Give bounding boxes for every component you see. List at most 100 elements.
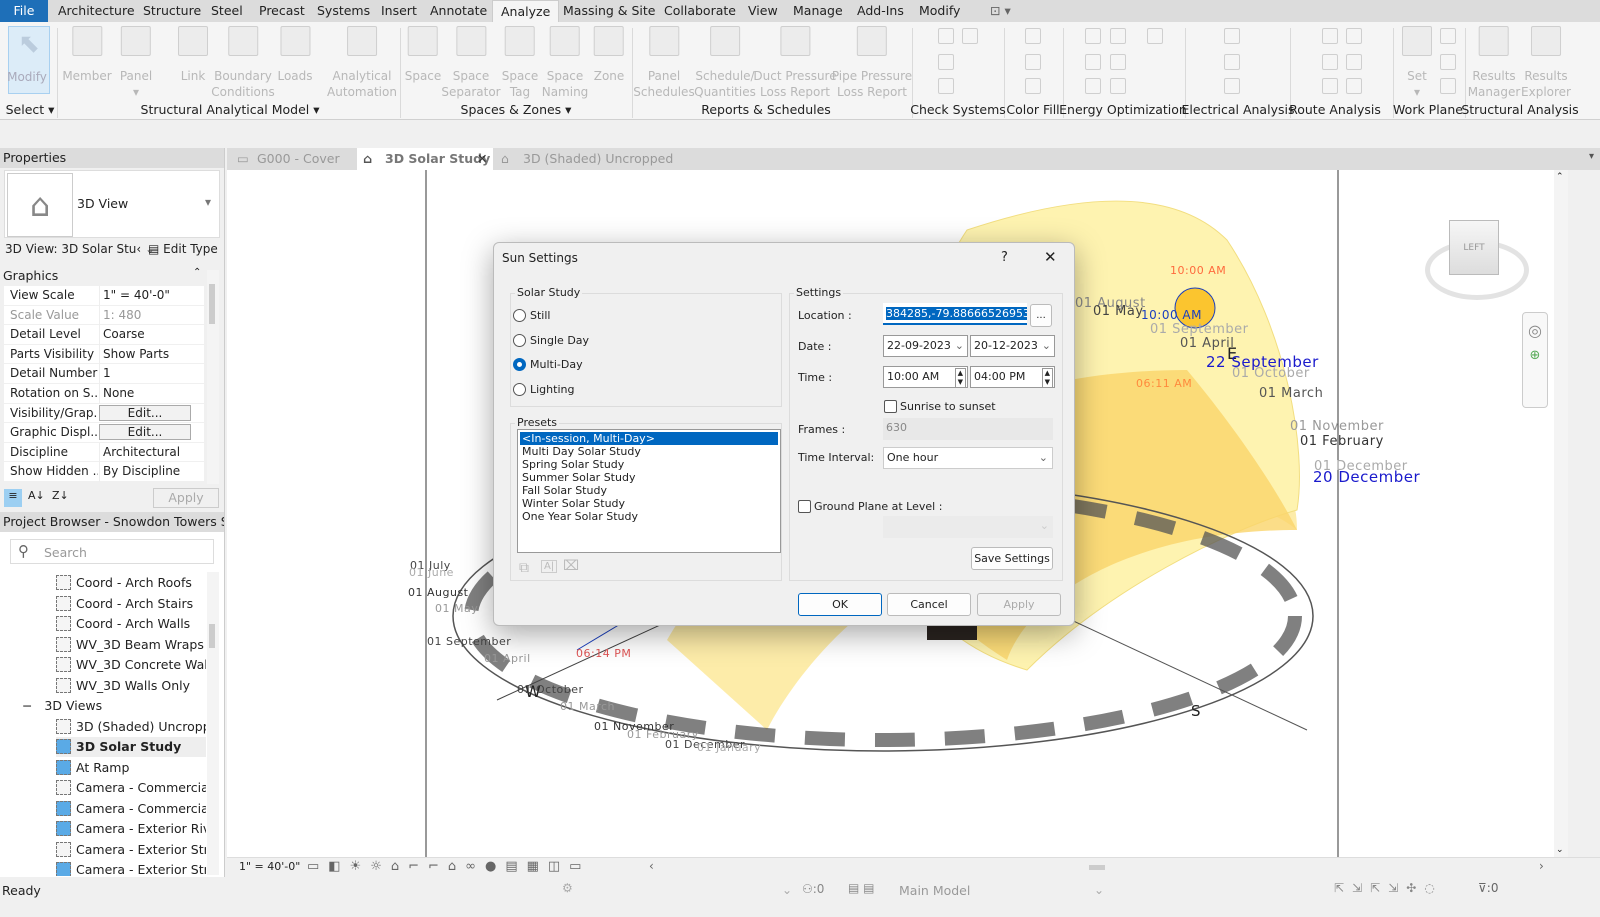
check-circuits-icon[interactable] (938, 54, 954, 70)
list-item[interactable]: Camera - Commercial S (56, 778, 206, 798)
graphics-section-header[interactable]: Graphics (3, 268, 58, 283)
route-settings-icon[interactable] (1346, 54, 1362, 70)
instance-selector[interactable]: 3D View: 3D Solar Stu‹ ⌄ (5, 242, 155, 256)
list-item[interactable]: Camera - Exterior River (56, 819, 206, 839)
preset-item[interactable]: Summer Solar Study (520, 471, 778, 484)
list-item[interactable]: 3D (Shaded) Uncropped (56, 717, 206, 737)
end-time-stepper[interactable]: 04:00 PM ▲ ▼ (970, 366, 1055, 388)
pipe-legend-icon[interactable] (1025, 54, 1041, 70)
area-based-load-icon[interactable] (1224, 28, 1240, 44)
boundary-conditions-button[interactable]: Boundary Conditions (211, 26, 275, 100)
duct-pressure-loss-report-button[interactable]: Duct Pressure Loss Report (753, 26, 837, 100)
panel-schedules-button[interactable]: Panel Schedules (633, 26, 695, 100)
group-spaces-zones[interactable]: Spaces & Zones ▾ (461, 102, 572, 117)
ref-plane-icon[interactable] (1440, 54, 1456, 70)
navigation-bar[interactable]: ◎ ⊕ (1522, 312, 1548, 408)
spatial-grid-icon[interactable] (1322, 78, 1338, 94)
panel-button[interactable]: Panel ▾ (120, 26, 152, 100)
viewcube[interactable]: LEFT (1449, 220, 1499, 275)
duct-legend-icon[interactable] (1025, 28, 1041, 44)
ground-plane-checkbox[interactable]: Ground Plane at Level : (798, 500, 942, 513)
route-arrow-icon[interactable] (1346, 28, 1362, 44)
categorize-icon[interactable]: ≡ (4, 489, 22, 507)
sort-descending-icon[interactable]: Z↓ (52, 489, 69, 502)
pipe-pressure-loss-report-button[interactable]: Pipe Pressure Loss Report (832, 26, 912, 100)
properties-scrollbar[interactable] (207, 270, 219, 484)
save-settings-button[interactable]: Save Settings (971, 547, 1053, 570)
location-icon[interactable] (1085, 28, 1101, 44)
radio-still[interactable]: Still (513, 308, 550, 324)
energy-settings-icon[interactable] (1110, 28, 1126, 44)
selection-filter-icons[interactable]: ⇱⇲⇱⇲✣◌ (1334, 881, 1443, 895)
sunrise-to-sunset-checkbox[interactable]: Sunrise to sunset (884, 400, 996, 413)
delete-preset-icon[interactable]: ⌧ (563, 558, 579, 574)
editable-only-icon[interactable]: ⚇:0 (802, 882, 824, 896)
analytical-automation-button[interactable]: Analytical Automation (327, 26, 397, 100)
loads-button[interactable]: Loads (277, 26, 313, 84)
results-compare-icon[interactable] (1110, 78, 1126, 94)
space-naming-button[interactable]: Space Naming (542, 26, 588, 100)
preset-item[interactable]: Multi Day Solar Study (520, 445, 778, 458)
preset-item[interactable]: Fall Solar Study (520, 484, 778, 497)
list-item[interactable]: Camera - Commercial S (56, 799, 206, 819)
visibility-edit-button[interactable]: Edit... (99, 404, 191, 421)
list-item[interactable]: At Ramp (56, 758, 206, 778)
design-options-icon[interactable]: ▤ ▤ (848, 881, 875, 895)
edit-type-button[interactable]: ▤ Edit Type (148, 242, 218, 256)
space-tag-button[interactable]: Space Tag (502, 26, 538, 100)
member-button[interactable]: Member (62, 26, 112, 84)
results-manager-button[interactable]: Results Manager (1468, 26, 1520, 100)
radio-lighting[interactable]: Lighting (513, 382, 574, 398)
graphic-display-edit-button[interactable]: Edit... (99, 424, 191, 441)
group-structural-analytical-model[interactable]: Structural Analytical Model ▾ (141, 102, 320, 117)
tab-steel[interactable]: Steel (211, 0, 243, 22)
type-selector[interactable]: ⌂ 3D View ▾ (4, 170, 220, 238)
presets-list[interactable]: <In-session, Multi-Day> Multi Day Solar … (517, 429, 781, 553)
preset-item[interactable]: Spring Solar Study (520, 458, 778, 471)
tab-manage[interactable]: Manage (793, 0, 843, 22)
view-control-icons[interactable]: ▭◧☀☼⌂⌐⌐⌂∞●▤▦◫▭ (307, 859, 590, 874)
search-input[interactable]: ⚲ Search (10, 539, 214, 564)
list-item-selected[interactable]: 3D Solar Study (56, 737, 206, 757)
list-item[interactable]: Coord - Arch Roofs (56, 573, 206, 593)
show-disconnects-icon[interactable] (938, 78, 954, 94)
tab-insert[interactable]: Insert (381, 0, 417, 22)
color-legend-icon[interactable] (1025, 78, 1041, 94)
results-explorer-button[interactable]: Results Explorer (1521, 26, 1571, 100)
collapse-icon[interactable]: ⌃ (193, 267, 201, 278)
radio-multi-day[interactable]: Multi-Day (513, 357, 583, 373)
tab-g000-cover[interactable]: ▭ G000 - Cover (229, 148, 355, 170)
preset-item-selected[interactable]: <In-session, Multi-Day> (520, 432, 778, 445)
check-duct-icon[interactable] (938, 28, 954, 44)
space-separator-button[interactable]: Space Separator (441, 26, 501, 100)
tab-menu-icon[interactable]: ▾ (1589, 151, 1594, 162)
schedule-quantities-button[interactable]: Schedule/ Quantities (694, 26, 756, 100)
tab-3d-shaded-uncropped[interactable]: ⌂ 3D (Shaded) Uncropped (495, 148, 675, 170)
tab-architecture[interactable]: Architecture (58, 0, 135, 22)
cancel-button[interactable]: Cancel (887, 593, 971, 616)
list-item[interactable]: Camera - Exterior Street (56, 860, 206, 876)
filter-icon[interactable]: ⊽:0 (1478, 881, 1498, 895)
scroll-left-icon[interactable]: ‹ (649, 859, 654, 873)
show-work-plane-icon[interactable] (1440, 28, 1456, 44)
tab-add-ins[interactable]: Add-Ins (857, 0, 904, 22)
location-field[interactable]: 384285,-79.8866652695344 (883, 303, 1027, 325)
preset-item[interactable]: One Year Solar Study (520, 510, 778, 523)
horizontal-scrollbar-thumb[interactable] (1089, 865, 1105, 870)
tab-view[interactable]: View (748, 0, 778, 22)
tab-structure[interactable]: Structure (143, 0, 201, 22)
path-of-travel-icon[interactable] (1322, 28, 1338, 44)
create-energy-model-icon[interactable] (1085, 54, 1101, 70)
chevron-down-icon[interactable]: ⌄ (1094, 883, 1104, 897)
active-model[interactable]: Main Model (899, 883, 970, 898)
vertical-scrollbar[interactable]: ⌃ ⌄ (1554, 170, 1568, 857)
list-item[interactable]: Coord - Arch Walls (56, 614, 206, 634)
group-select[interactable]: Select ▾ (6, 102, 55, 117)
start-time-stepper[interactable]: 10:00 AM ▲ ▼ (883, 366, 968, 388)
end-date-picker[interactable]: 20-12-2023 ⌄ (970, 335, 1055, 357)
viewer-icon[interactable] (1440, 78, 1456, 94)
optimize-icon[interactable] (1085, 78, 1101, 94)
load-area-icon[interactable] (1224, 54, 1240, 70)
apply-button[interactable]: Apply (153, 488, 219, 508)
list-item[interactable]: WV_3D Concrete Walls ( (56, 655, 206, 675)
